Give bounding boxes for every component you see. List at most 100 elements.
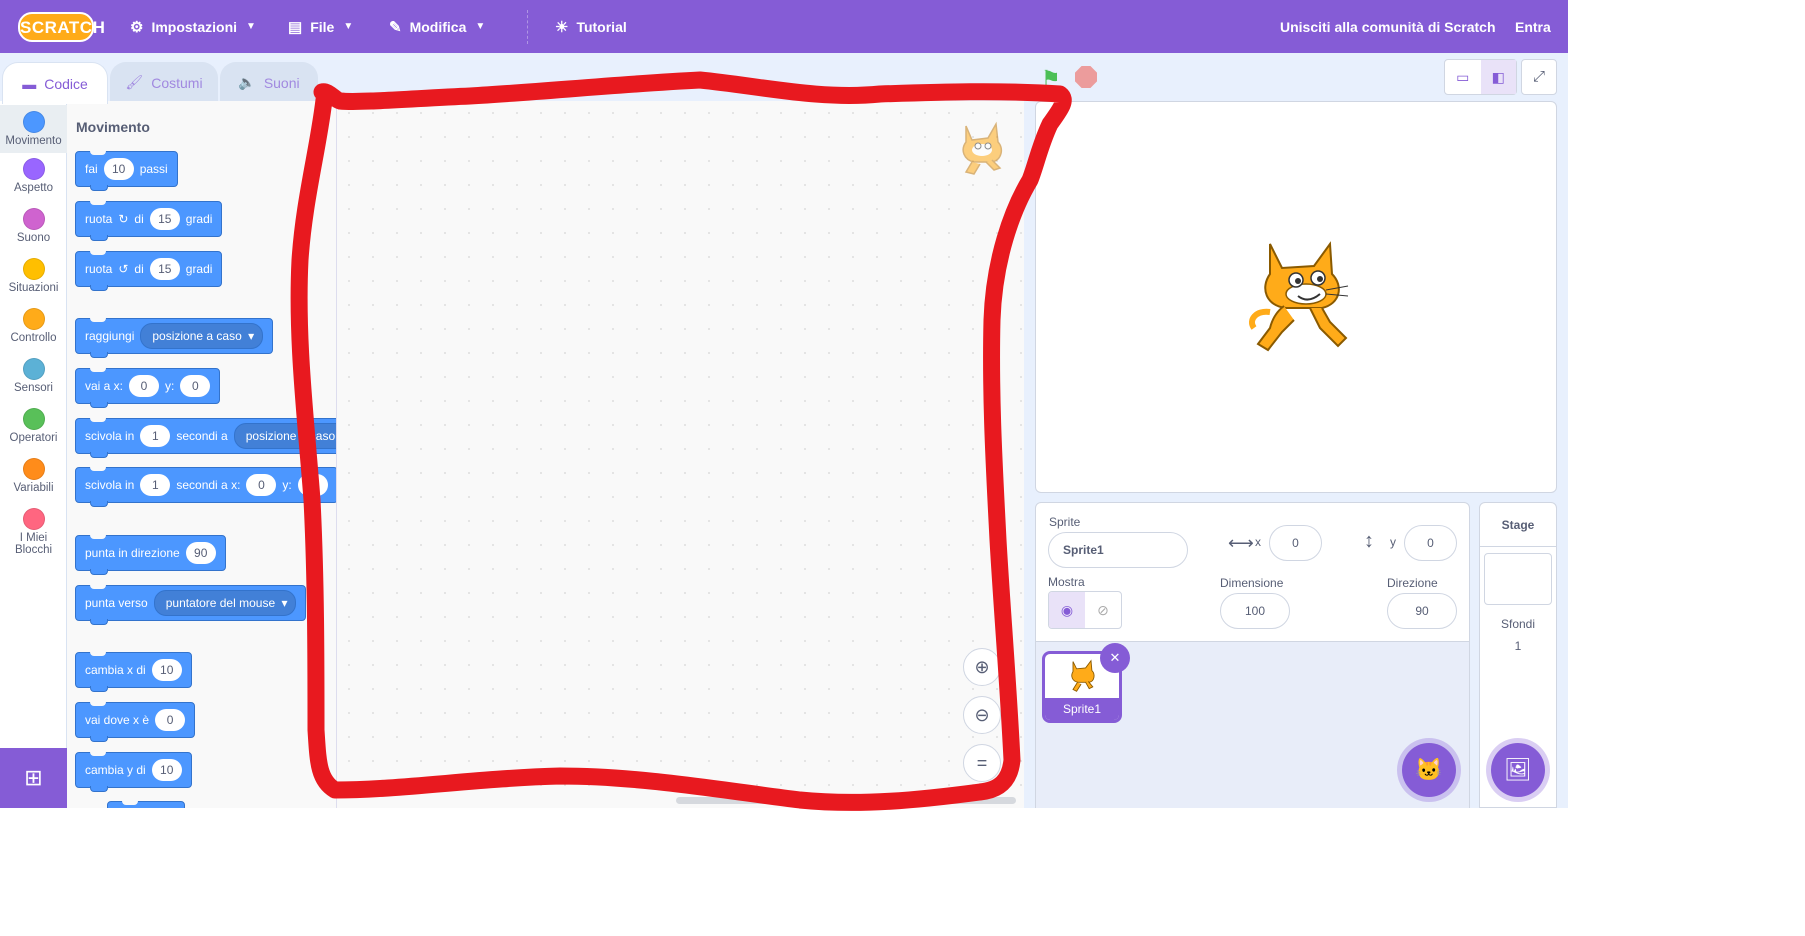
- normal-stage-button[interactable]: ◧: [1480, 60, 1516, 94]
- join-scratch-link[interactable]: Unisciti alla comunità di Scratch: [1280, 0, 1496, 53]
- size-input[interactable]: 100: [1220, 593, 1290, 629]
- move-steps-block[interactable]: fai 10 passi: [75, 151, 178, 191]
- zoom-reset-button[interactable]: =: [963, 744, 1001, 782]
- point-target-dropdown[interactable]: puntatore del mouse ▾: [153, 590, 297, 616]
- block-text: cambia y di: [85, 763, 146, 777]
- zoom-out-button[interactable]: ⊖: [963, 696, 1001, 734]
- horizontal-scrollbar[interactable]: [676, 797, 1016, 804]
- steps-input[interactable]: 10: [103, 158, 134, 180]
- turn-right-block[interactable]: ruota ↻ di 15 gradi: [75, 201, 223, 241]
- tab-costumes[interactable]: 🖌 Costumi: [110, 62, 218, 102]
- block-text: di: [134, 212, 144, 226]
- show-sprite-button[interactable]: ◉: [1049, 592, 1085, 628]
- x-input[interactable]: 0: [129, 375, 160, 397]
- change-x-block[interactable]: cambia x di 10: [75, 652, 192, 692]
- add-sprite-button[interactable]: 🐱: [1402, 743, 1456, 797]
- add-backdrop-button[interactable]: 🖼: [1491, 743, 1545, 797]
- glide-target-dropdown[interactable]: posizione a caso ▾: [233, 423, 336, 449]
- operators-dot-icon: [22, 408, 45, 430]
- y-input[interactable]: 0: [297, 474, 328, 496]
- category-sound[interactable]: Suono: [0, 208, 67, 244]
- delete-sprite-button[interactable]: ✕: [1100, 643, 1130, 673]
- small-stage-icon: ▭: [1456, 69, 1470, 85]
- category-looks[interactable]: Aspetto: [0, 158, 67, 194]
- show-label: Mostra: [1048, 575, 1085, 589]
- backdrop-thumbnail[interactable]: [1484, 553, 1552, 605]
- goto-target-dropdown[interactable]: posizione a caso ▾: [140, 323, 264, 349]
- point-direction-block[interactable]: punta in direzione 90: [75, 535, 226, 575]
- scratch-logo[interactable]: SCRATCH: [18, 12, 105, 42]
- block-text: raggiungi: [85, 329, 135, 343]
- settings-menu[interactable]: ⚙ Impostazioni ▼: [130, 0, 256, 53]
- stop-button[interactable]: [1075, 66, 1097, 88]
- gear-icon: ⚙: [130, 18, 144, 36]
- x-set-input[interactable]: 0: [155, 709, 186, 731]
- y-change-input[interactable]: 10: [151, 759, 182, 781]
- green-flag-icon: ⚑: [1041, 66, 1061, 91]
- turn-left-block[interactable]: ruota ↺ di 15 gradi: [75, 251, 223, 291]
- category-events[interactable]: Situazioni: [0, 258, 67, 294]
- set-x-block[interactable]: vai dove x è 0: [75, 702, 196, 742]
- looks-dot-icon: [22, 158, 45, 180]
- lightbulb-icon: ☀: [555, 18, 569, 36]
- category-sensing[interactable]: Sensori: [0, 358, 67, 394]
- image-plus-icon: 🖼: [1504, 757, 1532, 782]
- sign-in-link[interactable]: Entra: [1515, 0, 1551, 53]
- next-block-partial[interactable]: [107, 801, 185, 808]
- equals-icon: =: [976, 753, 988, 773]
- small-stage-button[interactable]: ▭: [1445, 60, 1481, 94]
- tab-sounds[interactable]: 🔈 Suoni: [220, 62, 318, 102]
- current-sprite-icon: [962, 121, 1003, 175]
- x-position-input[interactable]: 0: [1269, 525, 1322, 561]
- category-motion[interactable]: Movimento: [0, 105, 67, 153]
- x-input[interactable]: 0: [246, 474, 277, 496]
- direction-input[interactable]: 90: [1387, 593, 1457, 629]
- size-label: Dimensione: [1220, 576, 1284, 590]
- settings-label: Impostazioni: [151, 18, 238, 35]
- goto-block[interactable]: raggiungi posizione a caso ▾: [75, 318, 274, 358]
- category-operators[interactable]: Operatori: [0, 408, 67, 444]
- x-change-input[interactable]: 10: [151, 659, 182, 681]
- hide-sprite-button[interactable]: ⊘: [1085, 592, 1121, 628]
- sprite-thumbnail-name: Sprite1: [1045, 698, 1119, 720]
- y-input[interactable]: 0: [180, 375, 211, 397]
- green-flag-button[interactable]: ⚑: [1041, 66, 1061, 92]
- file-icon: ▤: [288, 18, 303, 36]
- degrees-input[interactable]: 15: [149, 208, 180, 230]
- sprite-cat-on-stage[interactable]: [1240, 238, 1352, 356]
- change-y-block[interactable]: cambia y di 10: [75, 752, 192, 792]
- direction-input[interactable]: 90: [185, 542, 216, 564]
- seconds-input[interactable]: 1: [140, 474, 171, 496]
- script-area[interactable]: [337, 101, 1024, 808]
- glide-block[interactable]: scivola in 1 secondi a posizione a caso …: [75, 418, 336, 458]
- y-position-input[interactable]: 0: [1404, 525, 1457, 561]
- tutorials-button[interactable]: ☀ Tutorial: [555, 0, 627, 53]
- category-label: Operatori: [9, 432, 58, 444]
- goto-xy-block[interactable]: vai a x: 0 y: 0: [75, 368, 221, 408]
- scratch-editor: SCRATCH ⚙ Impostazioni ▼ ▤ File ▼ ✎ Modi…: [0, 0, 1568, 808]
- tutorials-label: Tutorial: [576, 18, 627, 35]
- dropdown-value: puntatore del mouse: [165, 596, 276, 610]
- sprite-name-input[interactable]: Sprite1: [1048, 532, 1188, 568]
- backdrops-count: 1: [1514, 639, 1522, 653]
- degrees-input[interactable]: 15: [149, 258, 180, 280]
- file-menu[interactable]: ▤ File ▼: [288, 0, 353, 53]
- point-towards-block[interactable]: punta verso puntatore del mouse ▾: [75, 585, 307, 625]
- category-control[interactable]: Controllo: [0, 308, 67, 344]
- tab-code[interactable]: ▬ Codice: [2, 62, 108, 104]
- glide-xy-block[interactable]: scivola in 1 secondi a x: 0 y: 0: [75, 467, 336, 507]
- edit-menu[interactable]: ✎ Modifica ▼: [389, 0, 485, 53]
- category-variables[interactable]: Variabili: [0, 458, 67, 494]
- rotate-left-icon: ↺: [118, 262, 129, 276]
- fullscreen-button[interactable]: ⤢: [1521, 59, 1557, 95]
- menu-divider: [527, 10, 528, 44]
- add-extension-button[interactable]: ⊞: [0, 748, 67, 808]
- block-text: passi: [139, 162, 168, 176]
- category-label: Variabili: [13, 482, 54, 494]
- category-my-blocks[interactable]: I Miei Blocchi: [0, 508, 67, 556]
- block-text: punta verso: [85, 596, 148, 610]
- zoom-in-button[interactable]: ⊕: [963, 648, 1001, 686]
- seconds-input[interactable]: 1: [140, 425, 171, 447]
- zoom-in-icon: ⊕: [974, 657, 990, 677]
- stage-title: Stage: [1501, 518, 1535, 532]
